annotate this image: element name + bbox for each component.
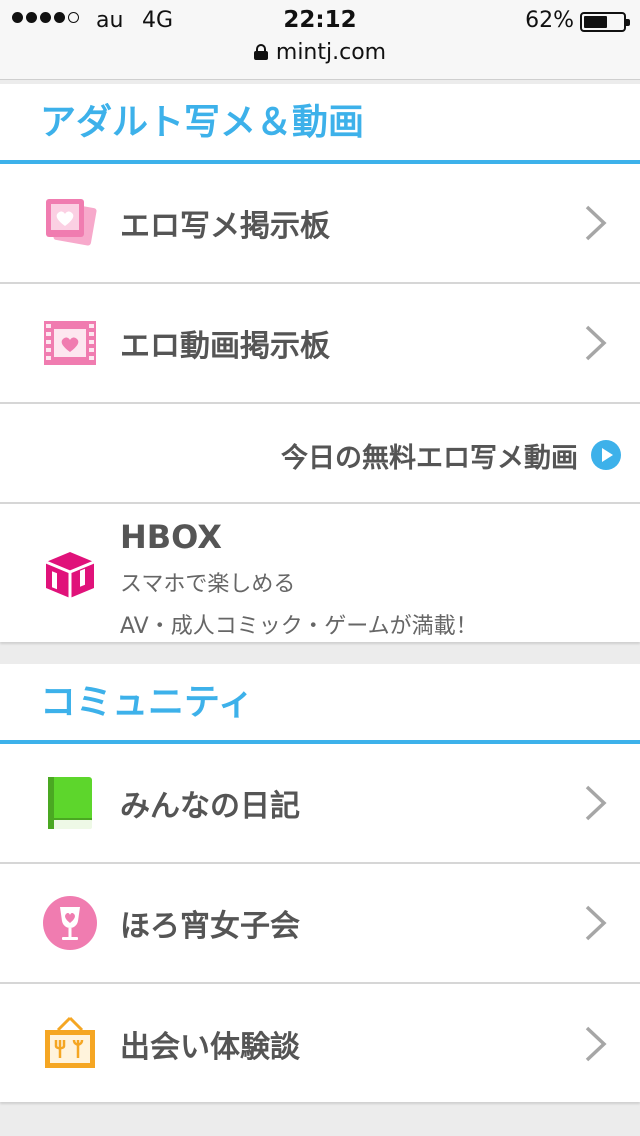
- hbox-logo-icon: [45, 552, 95, 598]
- film-heart-icon: [44, 321, 96, 365]
- url-domain: mintj.com: [275, 40, 387, 65]
- menu-item-photo-board[interactable]: エロ写メ掲示板: [0, 164, 640, 284]
- menu-item-video-board[interactable]: エロ動画掲示板: [0, 284, 640, 404]
- chevron-right-icon: [585, 205, 607, 241]
- menu-item-girls-party[interactable]: ほろ宵女子会: [0, 864, 640, 984]
- battery-percent: 62%: [525, 8, 574, 33]
- chevron-right-icon: [585, 905, 607, 941]
- chevron-right-icon: [585, 325, 607, 361]
- lock-icon: [253, 44, 268, 60]
- adult-section-card: アダルト写メ＆動画 エロ写メ掲示板 エロ動画掲示板 今日の無料エロ写メ動画 HB…: [0, 84, 640, 642]
- battery-icon: [580, 12, 630, 32]
- diary-book-icon: [48, 777, 92, 829]
- chevron-right-icon: [585, 785, 607, 821]
- hbox-subtitle: スマホで楽しめる: [120, 572, 296, 597]
- section-title-community: コミュニティ: [0, 664, 640, 744]
- hbox-description: AV・成人コミック・ゲームが満載！: [120, 614, 478, 639]
- menu-item-label: エロ動画掲示板: [120, 329, 330, 364]
- play-circle-icon: [591, 440, 621, 470]
- free-content-link[interactable]: 今日の無料エロ写メ動画: [0, 404, 640, 504]
- hbox-banner[interactable]: HBOX スマホで楽しめる AV・成人コミック・ゲームが満載！: [0, 504, 640, 642]
- menu-item-label: みんなの日記: [120, 789, 300, 824]
- community-section-card: コミュニティ みんなの日記 ほろ宵女子会 出会い体験談: [0, 664, 640, 1102]
- menu-item-label: 出会い体験談: [120, 1030, 300, 1065]
- menu-item-diary[interactable]: みんなの日記: [0, 744, 640, 864]
- hbox-title: HBOX: [120, 518, 222, 556]
- wine-glass-heart-icon: [43, 896, 97, 950]
- menu-item-label: ほろ宵女子会: [120, 909, 300, 944]
- menu-item-encounter-stories[interactable]: 出会い体験談: [0, 984, 640, 1104]
- signboard-icon: [45, 1016, 95, 1068]
- free-link-label: 今日の無料エロ写メ動画: [281, 443, 578, 474]
- photo-heart-icon: [46, 199, 97, 246]
- section-title-adult: アダルト写メ＆動画: [0, 84, 640, 164]
- chevron-right-icon: [585, 1026, 607, 1062]
- url-bar[interactable]: mintj.com: [0, 40, 640, 65]
- menu-item-label: エロ写メ掲示板: [120, 209, 330, 244]
- browser-status-bar: au 4G 22:12 62% mintj.com: [0, 0, 640, 80]
